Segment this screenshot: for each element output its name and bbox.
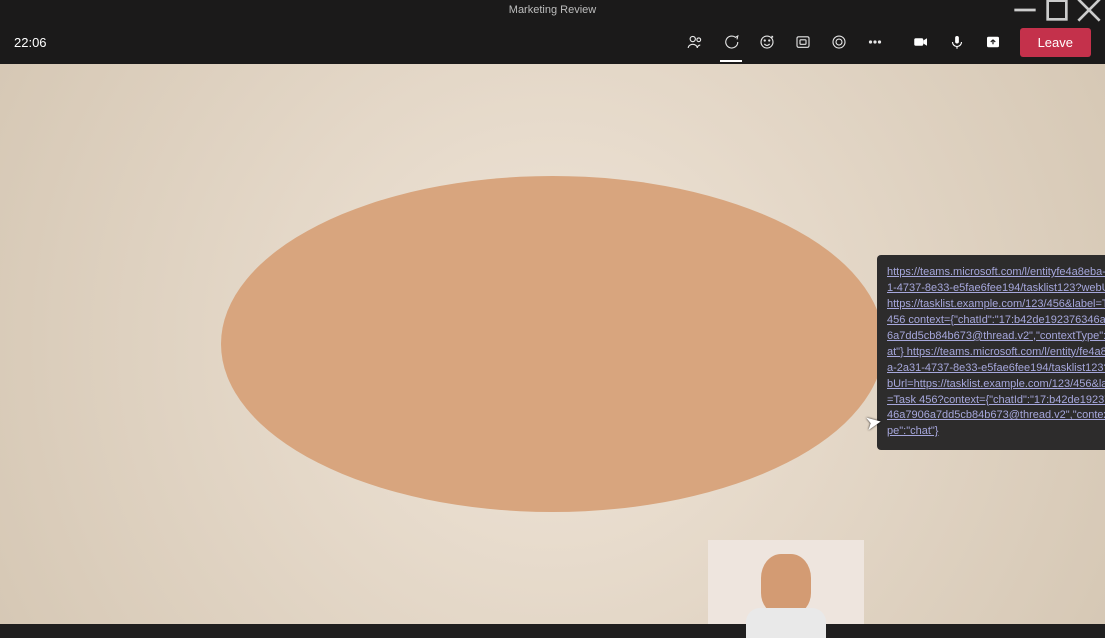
- rooms-icon[interactable]: [786, 25, 820, 59]
- audio-participant[interactable]: MJ Price: [745, 334, 827, 436]
- window-title: Marketing Review: [509, 4, 596, 16]
- reactions-icon[interactable]: [750, 25, 784, 59]
- participant-video: [761, 554, 811, 614]
- window-controls: [1009, 0, 1105, 20]
- audio-participants-strip: Beth Davies Laurence Gilbertson MJ Price: [706, 64, 866, 624]
- message-link[interactable]: https://teams.microsoft.com/l/entityfe4a…: [887, 266, 1105, 437]
- close-button[interactable]: [1073, 0, 1105, 20]
- camera-icon[interactable]: [904, 25, 938, 59]
- video-tile-thumb[interactable]: [708, 540, 864, 624]
- meeting-content: Serena Davis Aadi Kapoor Charlotte de Cr…: [0, 64, 1105, 624]
- participants-icon[interactable]: [678, 25, 712, 59]
- minimize-button[interactable]: [1009, 0, 1041, 20]
- chat-icon[interactable]: [714, 25, 748, 59]
- maximize-button[interactable]: [1041, 0, 1073, 20]
- chat-message[interactable]: https://teams.microsoft.com/l/entityfe4a…: [877, 255, 1105, 450]
- share-icon[interactable]: [976, 25, 1010, 59]
- avatar: [745, 334, 827, 416]
- meeting-duration: 22:06: [14, 35, 47, 50]
- video-grid: Serena Davis Aadi Kapoor Charlotte de Cr…: [0, 64, 866, 624]
- titlebar: Marketing Review: [0, 0, 1105, 20]
- meeting-toolbar: 22:06 Leave: [0, 20, 1105, 64]
- leave-button[interactable]: Leave: [1020, 28, 1091, 57]
- microphone-icon[interactable]: [940, 25, 974, 59]
- apps-icon[interactable]: [822, 25, 856, 59]
- more-icon[interactable]: [858, 25, 892, 59]
